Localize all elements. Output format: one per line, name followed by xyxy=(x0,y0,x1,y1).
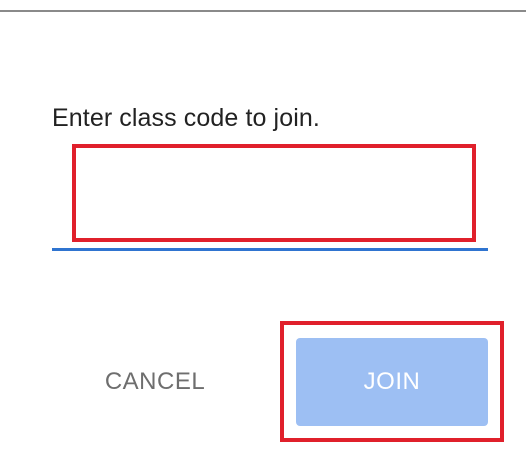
top-divider xyxy=(0,10,526,12)
join-button[interactable]: JOIN xyxy=(296,338,488,426)
class-code-input[interactable] xyxy=(52,148,488,250)
join-prompt-text: Enter class code to join. xyxy=(52,104,320,132)
input-underline xyxy=(52,248,488,251)
cancel-button[interactable]: CANCEL xyxy=(92,340,218,424)
join-class-dialog: Enter class code to join. CANCEL JOIN xyxy=(0,0,526,451)
